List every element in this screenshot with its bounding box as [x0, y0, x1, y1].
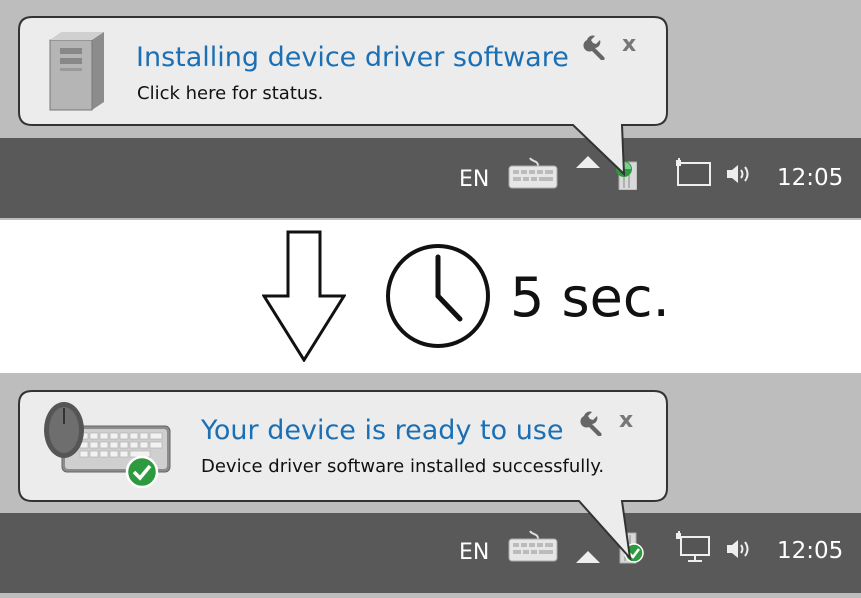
close-button[interactable]: x: [622, 34, 636, 56]
notification-balloon[interactable]: Your device is ready to use Device drive…: [18, 390, 668, 562]
notification-message[interactable]: Device driver software installed success…: [201, 456, 604, 477]
notification-title[interactable]: Your device is ready to use: [201, 415, 563, 446]
computer-tower-icon: [48, 32, 104, 116]
network-icon[interactable]: [675, 158, 713, 192]
delay-label: 5 sec.: [510, 266, 670, 329]
taskbar-clock[interactable]: 12:05: [777, 538, 843, 564]
mouse-keyboard-check-icon: [42, 400, 172, 492]
taskbar-clock[interactable]: 12:05: [777, 165, 843, 191]
clock-icon: [385, 243, 491, 353]
before-screenshot: EN 12:05 Installing device driver softwa…: [0, 0, 861, 220]
after-screenshot: EN 12:05 Your device is ready to use Dev…: [0, 373, 861, 598]
wrench-icon[interactable]: [580, 410, 606, 437]
notification-balloon[interactable]: Installing device driver software Click …: [18, 16, 668, 177]
wrench-icon[interactable]: [583, 34, 609, 61]
volume-icon[interactable]: [726, 163, 752, 189]
down-arrow-icon: [261, 230, 347, 366]
close-button[interactable]: x: [619, 410, 633, 432]
notification-title[interactable]: Installing device driver software: [136, 42, 569, 73]
volume-icon[interactable]: [726, 538, 752, 564]
network-icon[interactable]: [675, 531, 713, 567]
notification-message[interactable]: Click here for status.: [137, 83, 323, 104]
